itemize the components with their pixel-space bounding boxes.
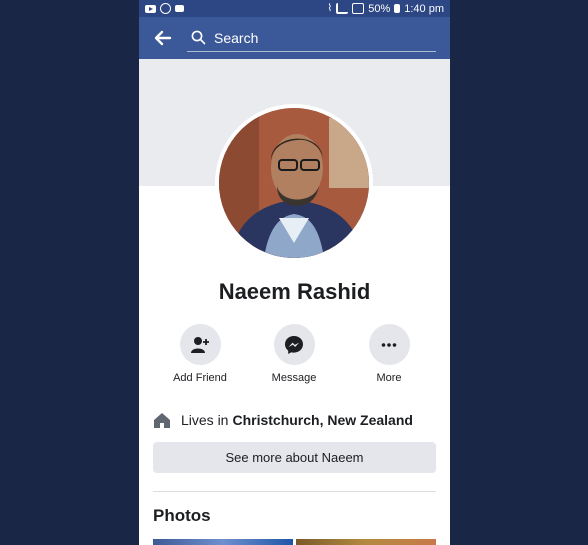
- back-arrow-icon[interactable]: [152, 27, 174, 49]
- messenger-icon: [285, 335, 303, 354]
- lives-in-place[interactable]: Christchurch, New Zealand: [232, 412, 412, 428]
- avatar: [219, 108, 369, 258]
- battery-icon: [394, 4, 401, 13]
- photo-thumbnail[interactable]: [296, 539, 436, 545]
- signal-icon: [352, 3, 365, 14]
- wifi-icon: ⌇: [327, 3, 333, 14]
- battery-text: 50%: [368, 2, 391, 15]
- lives-in-prefix: Lives in: [181, 412, 229, 428]
- more-icon: [381, 342, 397, 347]
- profile-picture[interactable]: [215, 104, 373, 262]
- status-bar: ⌇ 50% 1:40 pm: [139, 0, 450, 17]
- message-label: Message: [271, 372, 317, 384]
- see-more-about-button[interactable]: See more about Naeem: [153, 442, 436, 473]
- add-friend-icon: [191, 336, 209, 353]
- signal-icon: [336, 3, 349, 14]
- search-input[interactable]: [212, 28, 416, 47]
- message-icon: [175, 5, 184, 12]
- home-icon: [154, 413, 170, 428]
- add-friend-label: Add Friend: [173, 372, 227, 384]
- lives-in-row: Lives in Christchurch, New Zealand: [153, 409, 443, 431]
- photos-section-title: Photos: [153, 506, 211, 525]
- more-button[interactable]: More: [349, 324, 429, 384]
- profile-name: Naeem Rashid: [218, 279, 371, 304]
- message-button[interactable]: Message: [254, 324, 334, 384]
- search-icon: [191, 30, 206, 45]
- profile-photo-image: [219, 108, 369, 258]
- photo-thumbnail[interactable]: [153, 539, 293, 545]
- add-friend-circle[interactable]: [179, 324, 221, 365]
- clock: 1:40 pm: [404, 2, 444, 15]
- top-bar: [139, 17, 450, 59]
- phone-screen: ⌇ 50% 1:40 pm Search Naeem Rashid Add Fr…: [139, 0, 450, 545]
- youtube-icon: [145, 4, 156, 13]
- whatsapp-icon: [160, 3, 171, 14]
- section-divider: [153, 491, 436, 492]
- more-circle[interactable]: [368, 324, 410, 365]
- message-circle[interactable]: [273, 324, 315, 365]
- more-label: More: [376, 372, 402, 384]
- search-field[interactable]: [187, 24, 436, 52]
- add-friend-button[interactable]: Add Friend: [160, 324, 240, 384]
